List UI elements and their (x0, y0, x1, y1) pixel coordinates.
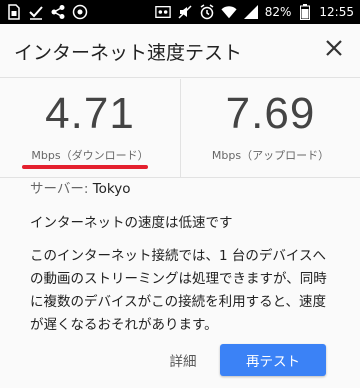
server-info: サーバー: Tokyo (30, 177, 131, 197)
sim-icon (6, 4, 22, 20)
share-icon (50, 4, 66, 20)
download-highlight (22, 165, 148, 169)
signal-icon (243, 4, 259, 20)
tag-icon (72, 4, 88, 20)
speed-note: インターネットの速度は低速です (30, 215, 233, 231)
wifi-icon (221, 4, 237, 20)
speed-detail-text: このインターネット接続では、1 台のデバイスへの動画のストリーミングは処理できま… (30, 248, 327, 333)
alarm-icon (199, 4, 215, 20)
upload-result: 7.69 Mbps（アップロード） (180, 79, 360, 178)
dialog-header: インターネット速度テスト (0, 24, 360, 78)
dialog-title: インターネット速度テスト (14, 42, 243, 64)
mute-icon (177, 4, 193, 20)
speed-results: 4.71 Mbps（ダウンロード） 7.69 Mbps（アップロード） (0, 79, 360, 178)
upload-speed-label: Mbps（アップロード） (211, 149, 330, 162)
server-key: サーバー: (30, 181, 93, 197)
server-value: Tokyo (92, 181, 131, 197)
detail-button[interactable]: 詳細 (160, 346, 206, 374)
speed-test-dialog: インターネット速度テスト 4.71 Mbps（ダウンロード） 7.69 Mbps… (0, 24, 360, 388)
retest-button[interactable]: 再テスト (220, 344, 326, 376)
battery-icon (297, 4, 313, 20)
check-icon (28, 4, 44, 20)
clock: 12:55 (319, 5, 354, 19)
close-button[interactable] (322, 38, 346, 62)
download-result: 4.71 Mbps（ダウンロード） (0, 79, 180, 178)
voicemail-icon (154, 4, 171, 20)
upload-speed-value: 7.69 (225, 89, 316, 138)
status-bar: 82% 12:55 (0, 0, 360, 24)
close-icon (325, 39, 343, 61)
download-speed-value: 4.71 (45, 89, 135, 138)
status-bar-left (6, 0, 88, 24)
battery-percent: 82% (264, 5, 292, 19)
download-speed-label: Mbps（ダウンロード） (31, 149, 149, 162)
status-bar-right: 82% 12:55 (154, 0, 354, 24)
